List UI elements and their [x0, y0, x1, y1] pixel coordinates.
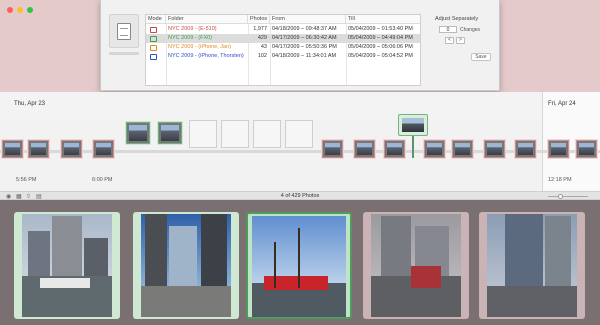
- timeline-thumbnail[interactable]: [61, 140, 82, 158]
- mode-checkbox[interactable]: [150, 53, 157, 60]
- column-header-from[interactable]: From: [270, 15, 346, 24]
- column-header-till[interactable]: Till: [346, 15, 420, 24]
- photo-thumbnail: [487, 214, 577, 317]
- playhead-line: [412, 136, 414, 158]
- till-cell: 05/04/2009 – 05:06:06 PM: [348, 44, 413, 50]
- timeline: Thu, Apr 23 Fri, Apr 24 5:56 PM 6:00 PM …: [0, 92, 600, 191]
- column-header-photos[interactable]: Photos: [248, 15, 270, 24]
- adjust-label: Adjust Separately: [435, 16, 479, 22]
- mode-checkbox[interactable]: [150, 26, 157, 33]
- window-controls: [7, 7, 33, 13]
- empty-photo-slot[interactable]: [221, 120, 249, 148]
- changes-label: Changes: [460, 26, 481, 33]
- timeline-thumbnail-selected[interactable]: [158, 122, 182, 144]
- timeline-thumbnail[interactable]: [322, 140, 343, 158]
- preview-label-placeholder: [109, 52, 139, 55]
- photo-thumbnail: [22, 214, 112, 317]
- zoom-slider-track[interactable]: [548, 196, 588, 197]
- document-icon: [117, 22, 131, 40]
- save-button[interactable]: Save: [471, 53, 491, 61]
- photos-cell: 43: [260, 44, 267, 50]
- empty-photo-slot[interactable]: [253, 120, 281, 148]
- timeline-thumbnail[interactable]: [28, 140, 49, 158]
- timeline-thumbnail[interactable]: [354, 140, 375, 158]
- from-cell: 04/18/2009 – 09:48:37 AM: [272, 26, 337, 32]
- adjust-value-field[interactable]: 0: [439, 26, 457, 33]
- folders-table: Mode Folder Photos From Till NYC 2009 - …: [145, 14, 421, 86]
- till-cell: 05/04/2009 – 04:49:04 PM: [348, 35, 413, 41]
- table-row[interactable]: NYC 2009 - (iPhone, Jan) 43 04/17/2009 – 0…: [146, 43, 420, 52]
- folder-cell: NYC 2009 - (FX0): [168, 35, 213, 41]
- time-label-right: 12:18 PM: [548, 177, 572, 183]
- folder-cell: NYC 2009 - (E-510): [168, 26, 217, 32]
- time-label-mid: 6:00 PM: [92, 177, 113, 183]
- timeline-date-right: Fri, Apr 24: [548, 101, 576, 107]
- timeline-thumbnail[interactable]: [576, 140, 597, 158]
- gallery-photo-tile[interactable]: [133, 212, 239, 319]
- timeline-thumbnail-selected[interactable]: [126, 122, 150, 144]
- table-row[interactable]: NYC 2009 - (E-510) 1,977 04/18/2009 – 09:4…: [146, 25, 420, 34]
- zoom-slider-knob[interactable]: [558, 194, 563, 199]
- from-cell: 04/17/2009 – 05:50:36 PM: [272, 44, 337, 50]
- timeline-thumbnail[interactable]: [484, 140, 505, 158]
- table-row[interactable]: NYC 2009 - (FX0) 429 04/17/2009 – 06:30:42…: [146, 34, 420, 43]
- table-row[interactable]: NYC 2009 - (iPhone, Thorsten) 102 04/18/20…: [146, 52, 420, 61]
- gallery-photo-tile[interactable]: [14, 212, 120, 319]
- previous-button[interactable]: <: [445, 37, 454, 44]
- from-cell: 04/18/2009 – 11:34:01 AM: [272, 53, 337, 59]
- zoom-window-button[interactable]: [27, 7, 33, 13]
- timeline-header: [0, 92, 600, 119]
- photos-cell: 102: [257, 53, 267, 59]
- photo-gallery: [0, 200, 600, 325]
- bottom-toolbar: ◉ ▦ ⇧ ▤ 4 of 429 Photos: [0, 191, 600, 200]
- column-header-mode[interactable]: Mode: [146, 15, 166, 24]
- header-area: Mode Folder Photos From Till NYC 2009 - …: [0, 0, 600, 92]
- close-window-button[interactable]: [7, 7, 13, 13]
- minimize-window-button[interactable]: [17, 7, 23, 13]
- timeline-thumbnail[interactable]: [515, 140, 536, 158]
- gallery-photo-tile-selected[interactable]: [246, 212, 352, 319]
- mode-checkbox[interactable]: [150, 44, 157, 51]
- timeline-thumbnail[interactable]: [452, 140, 473, 158]
- empty-photo-slot[interactable]: [285, 120, 313, 148]
- timeline-thumbnail[interactable]: [548, 140, 569, 158]
- photos-cell: 1,977: [253, 26, 267, 32]
- folder-cell: NYC 2009 - (iPhone, Jan): [168, 44, 231, 50]
- adjust-panel: Adjust Separately 0 Changes < >: [435, 16, 495, 44]
- photo-count: 4 of 429 Photos: [280, 193, 320, 199]
- photos-cell: 429: [257, 35, 267, 41]
- gallery-photo-tile[interactable]: [479, 212, 585, 319]
- timeline-thumbnail[interactable]: [424, 140, 445, 158]
- gallery-photo-tile[interactable]: [363, 212, 469, 319]
- timeline-thumbnail[interactable]: [93, 140, 114, 158]
- import-sheet: Mode Folder Photos From Till NYC 2009 - …: [100, 0, 500, 91]
- photo-thumbnail: [371, 214, 461, 317]
- timeline-date-left: Thu, Apr 23: [14, 101, 46, 107]
- timeline-track: [0, 150, 600, 153]
- timeline-thumbnail[interactable]: [384, 140, 405, 158]
- from-cell: 04/17/2009 – 06:30:42 AM: [272, 35, 337, 41]
- till-cell: 05/04/2009 – 01:53:40 PM: [348, 26, 413, 32]
- photo-thumbnail: [252, 216, 346, 317]
- empty-photo-slot[interactable]: [189, 120, 217, 148]
- playhead-handle[interactable]: [398, 114, 428, 136]
- column-header-folder[interactable]: Folder: [166, 15, 248, 24]
- time-label-start: 5:56 PM: [16, 177, 37, 183]
- mode-checkbox[interactable]: [150, 35, 157, 42]
- app-window: Mode Folder Photos From Till NYC 2009 - …: [0, 0, 600, 325]
- photo-thumbnail: [141, 214, 231, 317]
- next-button[interactable]: >: [456, 37, 465, 44]
- folder-cell: NYC 2009 - (iPhone, Thorsten): [168, 53, 244, 59]
- timeline-thumbnail[interactable]: [2, 140, 23, 158]
- till-cell: 05/04/2009 – 05:04:52 PM: [348, 53, 413, 59]
- folder-preview: [109, 14, 139, 48]
